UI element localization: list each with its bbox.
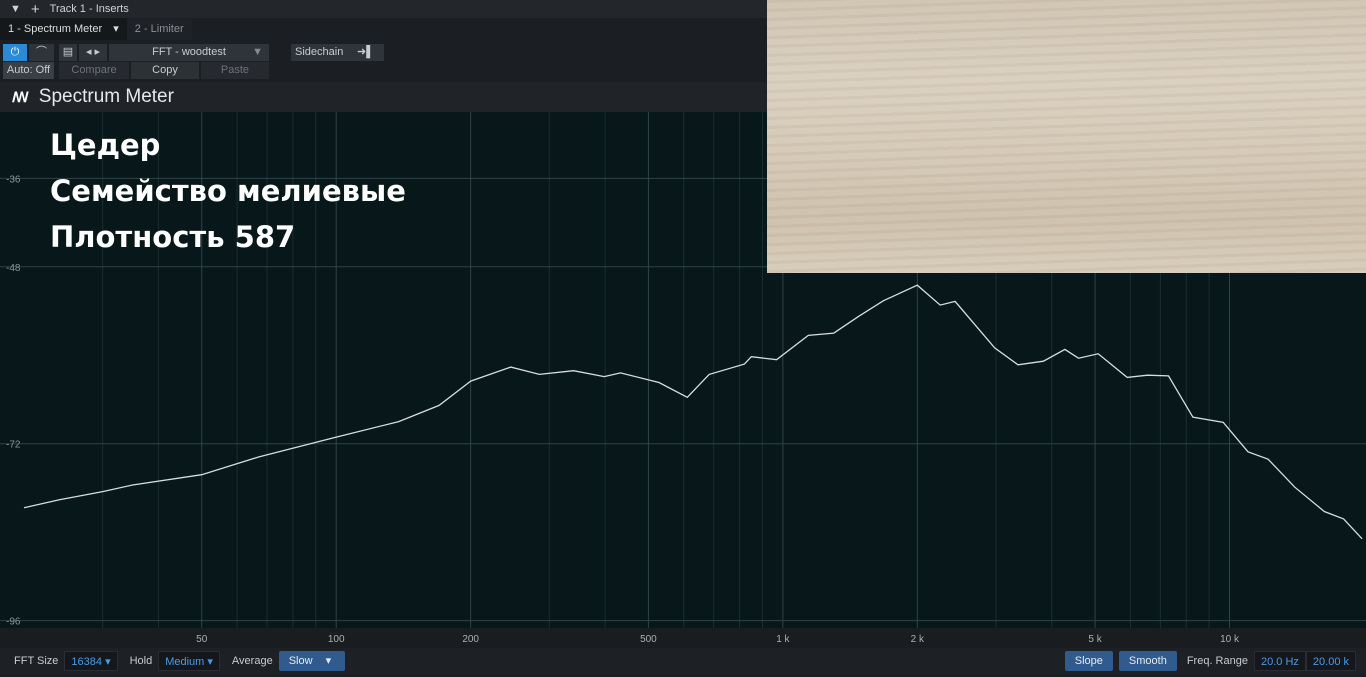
average-label: Average — [231, 655, 273, 667]
slope-button[interactable]: Slope — [1064, 651, 1113, 671]
x-tick-label: 1 k — [776, 634, 790, 645]
wood-name: Цедер — [50, 128, 161, 162]
chevron-down-icon[interactable]: ▾ — [113, 23, 119, 35]
paste-button[interactable]: Paste — [201, 62, 269, 79]
add-icon[interactable]: + — [31, 1, 40, 18]
automation-icon[interactable]: ⌒ — [29, 44, 54, 61]
smooth-button[interactable]: Smooth — [1118, 651, 1177, 671]
fft-size-select[interactable]: 16384 ▾ — [64, 651, 118, 671]
y-tick-label: -36 — [6, 174, 21, 185]
spectrum-trace — [23, 284, 1363, 540]
freq-range-label: Freq. Range — [1186, 655, 1248, 667]
compare-button[interactable]: Compare — [59, 62, 129, 79]
presonus-logo-icon: ꟿ — [12, 88, 29, 105]
plugin-header: ꟿ Spectrum Meter — [0, 82, 767, 112]
y-tick-label: -72 — [6, 440, 21, 451]
wood-density: Плотность 587 — [50, 220, 296, 254]
y-tick-label: -96 — [6, 617, 21, 628]
collapse-icon[interactable]: ▼ — [10, 3, 21, 15]
bottom-controls: FFT Size 16384 ▾ Hold Medium ▾ Average S… — [0, 648, 1366, 674]
freq-range-min[interactable]: 20.0 Hz — [1253, 651, 1306, 671]
sidechain-button[interactable]: Sidechain ➜▌ — [291, 44, 384, 61]
x-tick-label: 5 k — [1088, 634, 1102, 645]
average-select[interactable]: Slow ▾ — [278, 651, 345, 671]
chevron-down-icon: ▼ — [252, 46, 263, 58]
power-button[interactable]: ⏻ — [3, 44, 27, 61]
x-tick-label: 10 k — [1220, 634, 1240, 645]
copy-button[interactable]: Copy — [131, 62, 199, 79]
auto-off-button[interactable]: Auto: Off — [3, 62, 54, 79]
x-axis: 50 100 200 500 1 k 2 k 5 k 10 k — [0, 628, 1366, 648]
sidechain-arrow-icon: ➜▌ — [356, 46, 374, 58]
tab-spectrum-meter[interactable]: 1 - Spectrum Meter ▾ — [0, 18, 127, 40]
preset-select[interactable]: FFT - woodtest ▼ — [109, 44, 269, 61]
freq-range-max[interactable]: 20.00 k — [1305, 651, 1356, 671]
fft-size-label: FFT Size — [14, 655, 59, 667]
preset-menu-icon[interactable]: ▤ — [59, 44, 77, 61]
wood-sample-image — [767, 0, 1366, 273]
hold-label: Hold — [129, 655, 153, 667]
x-tick-label: 200 — [462, 634, 479, 645]
x-tick-label: 50 — [196, 634, 208, 645]
inserts-title: Track 1 - Inserts — [49, 3, 129, 15]
x-tick-label: 500 — [640, 634, 657, 645]
x-tick-label: 100 — [328, 634, 345, 645]
wood-info-overlay: Цедер Семейство мелиевые Плотность 587 — [50, 122, 406, 260]
x-tick-label: 2 k — [911, 634, 925, 645]
hold-select[interactable]: Medium ▾ — [158, 651, 220, 671]
y-tick-label: -48 — [6, 263, 21, 274]
plugin-title: Spectrum Meter — [38, 86, 174, 107]
wood-family: Семейство мелиевые — [50, 174, 406, 208]
insert-tabs: 1 - Spectrum Meter ▾ 2 - Limiter — [0, 18, 192, 40]
preset-prev-next[interactable]: ◂ ▸ — [79, 44, 107, 61]
tab-limiter[interactable]: 2 - Limiter — [126, 18, 192, 40]
